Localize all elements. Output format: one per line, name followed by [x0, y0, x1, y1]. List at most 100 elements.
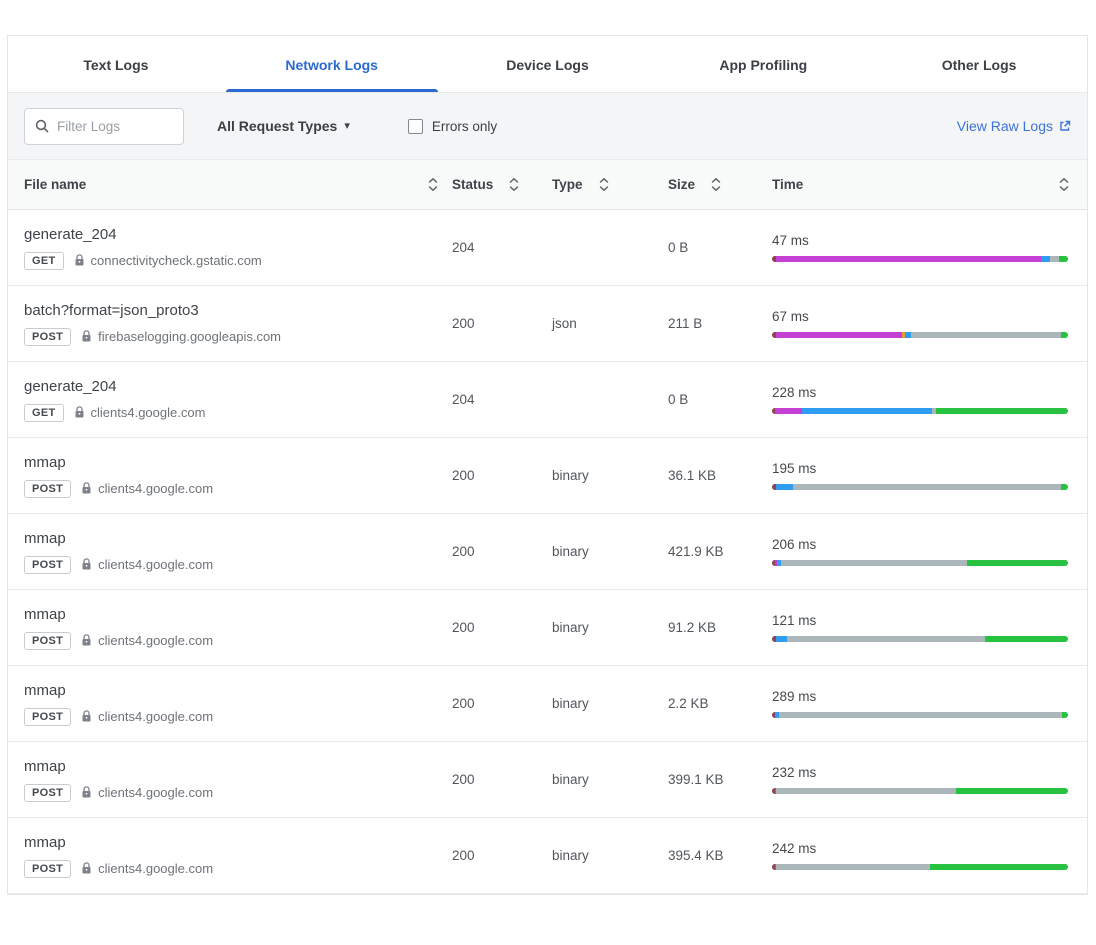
timing-segment-gray: [911, 332, 1060, 338]
column-header-time: Time: [772, 177, 803, 192]
lock-icon: [81, 330, 92, 343]
request-timing-bar: [772, 788, 1068, 794]
logs-tabbar: Text Logs Network Logs Device Logs App Prof…: [8, 36, 1087, 93]
tab-label: Device Logs: [506, 57, 588, 73]
request-domain: clients4.google.com: [98, 633, 213, 648]
request-domain: clients4.google.com: [98, 481, 213, 496]
timing-segment-magenta: [775, 408, 802, 414]
timing-segment-green: [1061, 484, 1068, 490]
timing-segment-gray: [779, 712, 1062, 718]
request-size: 421.9 KB: [668, 544, 772, 559]
http-method-badge: GET: [24, 252, 64, 270]
request-status: 204: [452, 392, 552, 407]
request-timing-bar: [772, 332, 1068, 338]
http-method-badge: POST: [24, 784, 71, 802]
request-status: 200: [452, 316, 552, 331]
table-row[interactable]: mmap POST clients4.google.com 200 binary: [8, 742, 1087, 818]
request-domain: firebaselogging.googleapis.com: [98, 329, 281, 344]
tab-other-logs[interactable]: Other Logs: [871, 36, 1087, 92]
request-file-name: mmap: [24, 834, 452, 851]
chevron-down-icon: ▾: [344, 121, 350, 132]
request-status: 200: [452, 620, 552, 635]
request-domain: clients4.google.com: [98, 785, 213, 800]
column-header-type: Type: [552, 177, 583, 192]
timing-segment-magenta: [776, 332, 902, 338]
sort-icon-status[interactable]: [509, 177, 519, 192]
http-method-badge: POST: [24, 708, 71, 726]
table-row[interactable]: generate_204 GET connectivitycheck.gstat…: [8, 210, 1087, 286]
http-method-badge: GET: [24, 404, 64, 422]
request-timing-bar: [772, 484, 1068, 490]
sort-icon-time[interactable]: [1059, 177, 1069, 192]
lock-icon: [81, 786, 92, 799]
sort-icon-file-name[interactable]: [428, 177, 438, 192]
request-file-name: mmap: [24, 758, 452, 775]
search-icon: [35, 119, 49, 133]
request-time: 289 ms: [772, 689, 1068, 704]
table-row[interactable]: mmap POST clients4.google.com 200 binary: [8, 438, 1087, 514]
lock-icon: [81, 558, 92, 571]
request-domain: clients4.google.com: [98, 709, 213, 724]
table-row[interactable]: batch?format=json_proto3 POST firebaselo…: [8, 286, 1087, 362]
table-body: generate_204 GET connectivitycheck.gstat…: [8, 210, 1087, 894]
tab-label: Text Logs: [83, 57, 148, 73]
timing-segment-green: [930, 864, 1068, 870]
timing-segment-gray: [787, 636, 985, 642]
request-size: 211 B: [668, 316, 772, 331]
tab-network-logs[interactable]: Network Logs: [224, 36, 440, 92]
timing-segment-gray: [781, 560, 967, 566]
request-time: 67 ms: [772, 309, 1068, 324]
request-type: binary: [552, 696, 668, 711]
timing-segment-green: [956, 788, 1068, 794]
tab-device-logs[interactable]: Device Logs: [440, 36, 656, 92]
column-header-file-name: File name: [24, 177, 86, 192]
view-raw-logs-link[interactable]: View Raw Logs: [957, 118, 1071, 134]
table-row[interactable]: mmap POST clients4.google.com 200 binary: [8, 666, 1087, 742]
network-logs-panel: Text Logs Network Logs Device Logs App Prof…: [7, 35, 1088, 895]
request-size: 91.2 KB: [668, 620, 772, 635]
request-size: 395.4 KB: [668, 848, 772, 863]
request-time: 195 ms: [772, 461, 1068, 476]
request-time: 121 ms: [772, 613, 1068, 628]
table-row[interactable]: generate_204 GET clients4.google.com 204: [8, 362, 1087, 438]
errors-only-label: Errors only: [432, 119, 497, 134]
lock-icon: [81, 710, 92, 723]
request-status: 200: [452, 544, 552, 559]
request-time: 228 ms: [772, 385, 1068, 400]
timing-segment-blue: [776, 484, 792, 490]
column-header-status: Status: [452, 177, 493, 192]
errors-only-checkbox[interactable]: [408, 119, 423, 134]
request-file-name: mmap: [24, 682, 452, 699]
http-method-badge: POST: [24, 860, 71, 878]
filter-logs-searchbox[interactable]: [24, 108, 184, 145]
filter-logs-input[interactable]: [57, 119, 173, 134]
tab-text-logs[interactable]: Text Logs: [8, 36, 224, 92]
request-size: 399.1 KB: [668, 772, 772, 787]
request-file-name: mmap: [24, 454, 452, 471]
request-file-name: mmap: [24, 606, 452, 623]
timing-segment-gray: [1050, 256, 1059, 262]
request-timing-bar: [772, 636, 1068, 642]
request-file-name: batch?format=json_proto3: [24, 302, 452, 319]
request-size: 0 B: [668, 240, 772, 255]
request-status: 200: [452, 848, 552, 863]
request-size: 0 B: [668, 392, 772, 407]
tab-app-profiling[interactable]: App Profiling: [655, 36, 871, 92]
request-type-dropdown[interactable]: All Request Types ▾: [217, 118, 350, 134]
errors-only-toggle[interactable]: Errors only: [408, 119, 497, 134]
timing-segment-green: [1059, 256, 1068, 262]
tab-label: App Profiling: [719, 57, 807, 73]
table-row[interactable]: mmap POST clients4.google.com 200 binary: [8, 818, 1087, 894]
request-size: 36.1 KB: [668, 468, 772, 483]
request-timing-bar: [772, 712, 1068, 718]
timing-segment-gray: [776, 788, 955, 794]
request-type: binary: [552, 772, 668, 787]
table-row[interactable]: mmap POST clients4.google.com 200 binary: [8, 514, 1087, 590]
table-row[interactable]: mmap POST clients4.google.com 200 binary: [8, 590, 1087, 666]
request-time: 47 ms: [772, 233, 1068, 248]
http-method-badge: POST: [24, 480, 71, 498]
sort-icon-size[interactable]: [711, 177, 721, 192]
request-type: binary: [552, 468, 668, 483]
sort-icon-type[interactable]: [599, 177, 609, 192]
request-size: 2.2 KB: [668, 696, 772, 711]
